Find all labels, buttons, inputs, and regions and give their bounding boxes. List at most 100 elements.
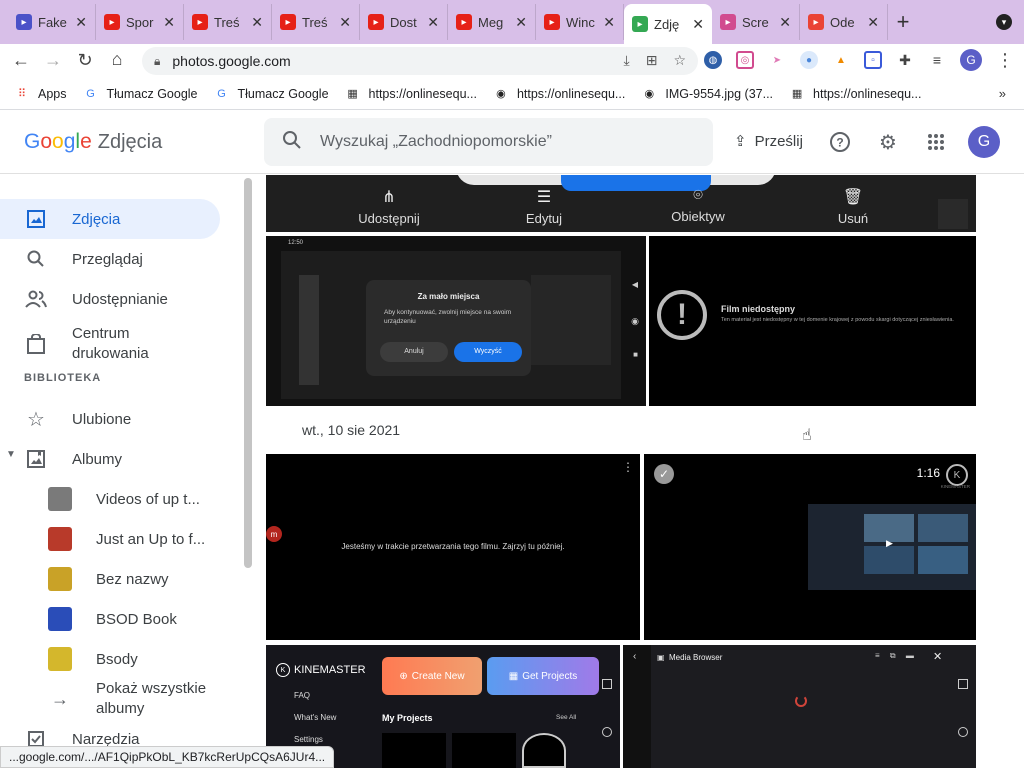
bookmarks-overflow-icon[interactable]: » bbox=[999, 86, 1006, 101]
extension-box-icon[interactable]: ▫ bbox=[864, 51, 882, 69]
preview-action-lens[interactable]: ⌾ Obiektyw bbox=[653, 187, 743, 224]
browser-tab[interactable]: ▸ Ode ✕ bbox=[800, 4, 888, 40]
photo-tile-video-unavailable[interactable]: ! Film niedostępny Ten materiał jest nie… bbox=[649, 236, 976, 406]
checkbox-tool-icon bbox=[0, 731, 72, 747]
preview-action-share[interactable]: ⋔ Udostępnij bbox=[344, 187, 434, 226]
photo-tile-processing[interactable]: ⋮ m Jesteśmy w trakcie przetwarzania teg… bbox=[266, 454, 640, 640]
sidebar-album-item[interactable]: Videos of up t... bbox=[48, 487, 200, 511]
dialog-confirm-button[interactable]: Wyczyść bbox=[454, 342, 522, 362]
apps-grid-icon[interactable] bbox=[924, 130, 948, 154]
sidebar-item-albums[interactable]: ▼ Albumy bbox=[0, 439, 220, 479]
browser-tab[interactable]: ▸ Scre ✕ bbox=[712, 4, 800, 40]
select-check-icon[interactable]: ✓ bbox=[654, 464, 674, 484]
photo-tile-kinemaster-video[interactable]: ✓ 1:16 K KINEMASTER ▶ bbox=[644, 454, 976, 640]
address-bar[interactable]: 🔒︎ photos.google.com ⤓ ⊞ ☆ bbox=[142, 47, 698, 75]
forward-icon[interactable]: → bbox=[38, 50, 68, 71]
tab-close-icon[interactable]: ✕ bbox=[603, 14, 615, 31]
tab-close-icon[interactable]: ✕ bbox=[163, 14, 175, 31]
translate-icon[interactable]: ⊞ bbox=[646, 52, 658, 69]
photo-tile-media-browser[interactable]: ‹ ▣ Media Browser ✕ ≡ ⧉ ▬ bbox=[623, 645, 976, 768]
search-icon[interactable] bbox=[282, 130, 302, 155]
sidebar-item-explore[interactable]: Przeglądaj bbox=[0, 239, 220, 279]
tab-close-icon[interactable]: ✕ bbox=[515, 14, 527, 31]
sidebar-item-sharing[interactable]: Udostępnianie bbox=[0, 279, 220, 319]
tab-close-icon[interactable]: ✕ bbox=[75, 14, 87, 31]
sidebar-album-item[interactable]: Bez nazwy bbox=[48, 567, 169, 591]
mouse-cursor-icon: ☝ bbox=[802, 427, 812, 444]
media-queue-icon[interactable]: ≡ bbox=[928, 51, 946, 69]
sidebar-item-favorites[interactable]: ☆ Ulubione bbox=[0, 399, 220, 439]
preview-action-trash[interactable]: 🗑︎ Usuń bbox=[808, 187, 898, 226]
google-wordmark: Google bbox=[24, 130, 92, 154]
sidebar-item-print-center[interactable]: Centrum drukowania bbox=[0, 319, 220, 369]
browser-tab[interactable]: ▸ Dost ✕ bbox=[360, 4, 448, 40]
action-label: Edytuj bbox=[525, 211, 563, 226]
browser-tab[interactable]: ▸ Spor ✕ bbox=[96, 4, 184, 40]
create-new-button[interactable]: ⊕ Create New bbox=[382, 657, 482, 695]
sidebar-scrollbar[interactable] bbox=[244, 178, 252, 568]
kinemaster-watermark: K bbox=[946, 464, 968, 486]
tab-close-icon[interactable]: ✕ bbox=[867, 14, 879, 31]
browser-profile-avatar[interactable]: G bbox=[960, 49, 982, 71]
tab-favicon-icon: ▸ bbox=[16, 14, 32, 30]
bookmark-item[interactable]: G Tłumacz Google bbox=[83, 86, 197, 102]
extensions-puzzle-icon[interactable]: ✚ bbox=[896, 51, 914, 69]
preview-action-tune[interactable]: ☰ Edytuj bbox=[499, 187, 589, 226]
settings-gear-icon[interactable]: ⚙ bbox=[876, 130, 900, 154]
tab-title: Treś bbox=[302, 14, 328, 30]
sidebar-item-photos[interactable]: Zdjęcia bbox=[0, 199, 220, 239]
bookmark-item[interactable]: G Tłumacz Google bbox=[214, 86, 328, 102]
browser-tab[interactable]: ▸ Zdję ✕ bbox=[624, 4, 712, 44]
browser-tab[interactable]: ▸ Fake ✕ bbox=[8, 4, 96, 40]
tab-close-icon[interactable]: ✕ bbox=[339, 14, 351, 31]
extension-globe-icon[interactable]: ◍ bbox=[704, 51, 722, 69]
tab-close-icon[interactable]: ✕ bbox=[251, 14, 263, 31]
bookmark-star-icon[interactable]: ☆ bbox=[673, 52, 686, 69]
upload-button[interactable]: ⇪ Prześlij bbox=[734, 132, 803, 151]
bookmark-item[interactable]: ⠿ Apps bbox=[14, 86, 67, 102]
get-projects-button[interactable]: ▦ Get Projects bbox=[487, 657, 599, 695]
dialog-cancel-button[interactable]: Anuluj bbox=[380, 342, 448, 362]
bookmark-item[interactable]: ▦ https://onlinesequ... bbox=[345, 86, 477, 102]
new-tab-button[interactable]: + bbox=[888, 4, 918, 40]
tile-more-icon[interactable]: ⋮ bbox=[622, 460, 634, 474]
home-icon[interactable]: ⌂ bbox=[102, 49, 132, 70]
kinemaster-k-icon: K bbox=[276, 663, 290, 677]
extension-screen-icon[interactable]: ◎ bbox=[736, 51, 754, 69]
photo-tile-storage-dialog[interactable]: 12:50 Za mało miejsca Aby kontynuować, z… bbox=[266, 236, 646, 406]
sidebar-label-line2: drukowania bbox=[72, 345, 149, 362]
browser-tab[interactable]: ▸ Treś ✕ bbox=[184, 4, 272, 40]
apps-grid-icon: ⠿ bbox=[17, 88, 27, 100]
tab-search-icon[interactable]: ▾ bbox=[996, 14, 1012, 30]
tab-title: Winc bbox=[566, 14, 595, 30]
tab-close-icon[interactable]: ✕ bbox=[692, 16, 704, 33]
bookmark-item[interactable]: ◉ https://onlinesequ... bbox=[493, 86, 625, 102]
sidebar-album-item[interactable]: Bsody bbox=[48, 647, 138, 671]
back-icon[interactable]: ← bbox=[6, 50, 36, 71]
reload-icon[interactable]: ↻ bbox=[70, 50, 100, 71]
bookmark-item[interactable]: ▦ https://onlinesequ... bbox=[789, 86, 922, 102]
extension-arrow-icon[interactable]: ➤ bbox=[768, 51, 786, 69]
tab-close-icon[interactable]: ✕ bbox=[779, 14, 791, 31]
extension-circle-icon[interactable]: ● bbox=[800, 51, 818, 69]
browser-menu-icon[interactable]: ⋮ bbox=[996, 50, 1014, 71]
help-icon[interactable]: ? bbox=[828, 130, 852, 154]
show-all-albums[interactable]: → Pokaż wszystkie albumy bbox=[48, 679, 206, 719]
google-photos-logo[interactable]: Google Zdjęcia bbox=[24, 130, 162, 154]
browser-tab[interactable]: ▸ Winc ✕ bbox=[536, 4, 624, 40]
account-avatar[interactable]: G bbox=[968, 126, 1000, 158]
sidebar-album-item[interactable]: Just an Up to f... bbox=[48, 527, 205, 551]
browser-tab[interactable]: ▸ Meg ✕ bbox=[448, 4, 536, 40]
action-label: Usuń bbox=[837, 211, 869, 226]
tab-favicon-icon: ▸ bbox=[192, 14, 208, 30]
sidebar-album-item[interactable]: BSOD Book bbox=[48, 607, 177, 631]
extension-vlc-icon[interactable]: ▲ bbox=[832, 51, 850, 69]
tab-close-icon[interactable]: ✕ bbox=[427, 14, 439, 31]
photo-tile-preview[interactable]: ⋔ Udostępnij ☰ Edytuj ⌾ Obiektyw 🗑︎ Usuń bbox=[266, 175, 976, 232]
browser-tab[interactable]: ▸ Treś ✕ bbox=[272, 4, 360, 40]
search-box[interactable]: Wyszukaj „Zachodniopomorskie” bbox=[264, 118, 713, 166]
expand-arrow-icon[interactable]: ▼ bbox=[6, 449, 16, 460]
trash-icon: 🗑︎ bbox=[842, 189, 864, 206]
install-icon[interactable]: ⤓ bbox=[624, 52, 630, 69]
bookmark-item[interactable]: ◉ IMG-9554.jpg (37... bbox=[641, 86, 774, 102]
